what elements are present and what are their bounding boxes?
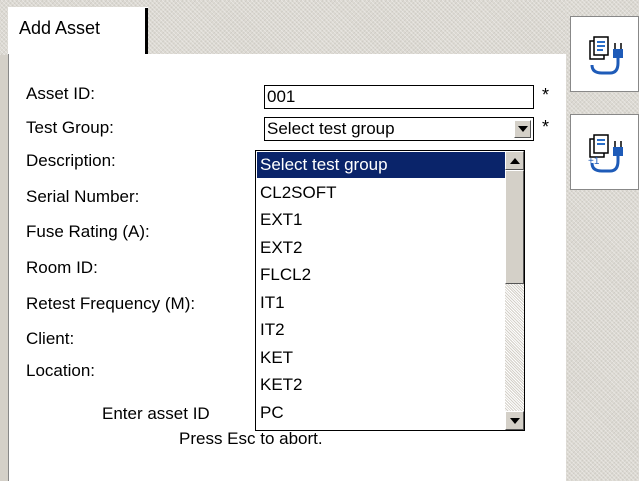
scrollbar-thumb[interactable] [505, 170, 524, 284]
tab-add-asset[interactable]: Add Asset [8, 7, 148, 55]
serial-number-label: Serial Number: [26, 187, 140, 206]
asset-id-input[interactable]: 001 [264, 85, 534, 109]
asset-id-label: Asset ID: [26, 84, 95, 103]
clipboard-plug-plus-one-icon: +1 [588, 134, 623, 173]
asset-id-required-marker: * [542, 85, 550, 105]
test-group-dropdown-list[interactable]: Select test group CL2SOFT EXT1 EXT2 FLCL… [255, 150, 525, 431]
dropdown-option[interactable]: CL2SOFT [257, 180, 506, 206]
client-label: Client: [26, 329, 75, 348]
plus-one-text: +1 [588, 156, 600, 167]
tab-add-asset-label: Add Asset [19, 18, 101, 38]
clipboard-plug-icon [589, 36, 623, 75]
test-group-select-value: Select test group [267, 119, 395, 138]
dropdown-option[interactable]: EXT1 [257, 207, 506, 233]
dropdown-option[interactable]: EXT2 [257, 235, 506, 261]
fuse-rating-label: Fuse Rating (A): [26, 222, 150, 241]
description-label: Description: [26, 151, 116, 170]
scroll-up-arrow-icon[interactable] [505, 151, 524, 170]
test-group-required-marker: * [542, 117, 550, 137]
scroll-down-arrow-icon[interactable] [505, 411, 524, 430]
help-text-esc-abort: Press Esc to abort. [179, 429, 323, 448]
dropdown-option[interactable]: KET2 [257, 372, 506, 398]
test-group-select[interactable]: Select test group [264, 117, 534, 141]
room-id-label: Room ID: [26, 258, 98, 277]
dropdown-option[interactable]: IT2 [257, 317, 506, 343]
dropdown-option[interactable]: IT1 [257, 290, 506, 316]
tab-bar: Add Asset [0, 0, 566, 55]
dropdown-option[interactable]: PC [257, 400, 506, 426]
right-action-bar: +1 [566, 0, 639, 481]
add-asset-plus-one-action-button[interactable]: +1 [570, 114, 639, 190]
add-asset-action-button[interactable] [570, 16, 639, 92]
help-text-enter-asset-id: Enter asset ID [102, 404, 210, 423]
dropdown-option[interactable]: KET [257, 345, 506, 371]
dropdown-option[interactable]: FLCL2 [257, 262, 506, 288]
location-label: Location: [26, 361, 95, 380]
test-group-label: Test Group: [26, 118, 114, 137]
dropdown-scrollbar[interactable] [505, 151, 524, 430]
chevron-down-icon[interactable] [514, 120, 531, 138]
retest-frequency-label: Retest Frequency (M): [26, 294, 196, 313]
add-asset-window: Add Asset Asset ID: 001 * Test Group: Se… [0, 0, 639, 481]
tab-divider [145, 8, 148, 54]
dropdown-option[interactable]: Select test group [257, 152, 506, 178]
